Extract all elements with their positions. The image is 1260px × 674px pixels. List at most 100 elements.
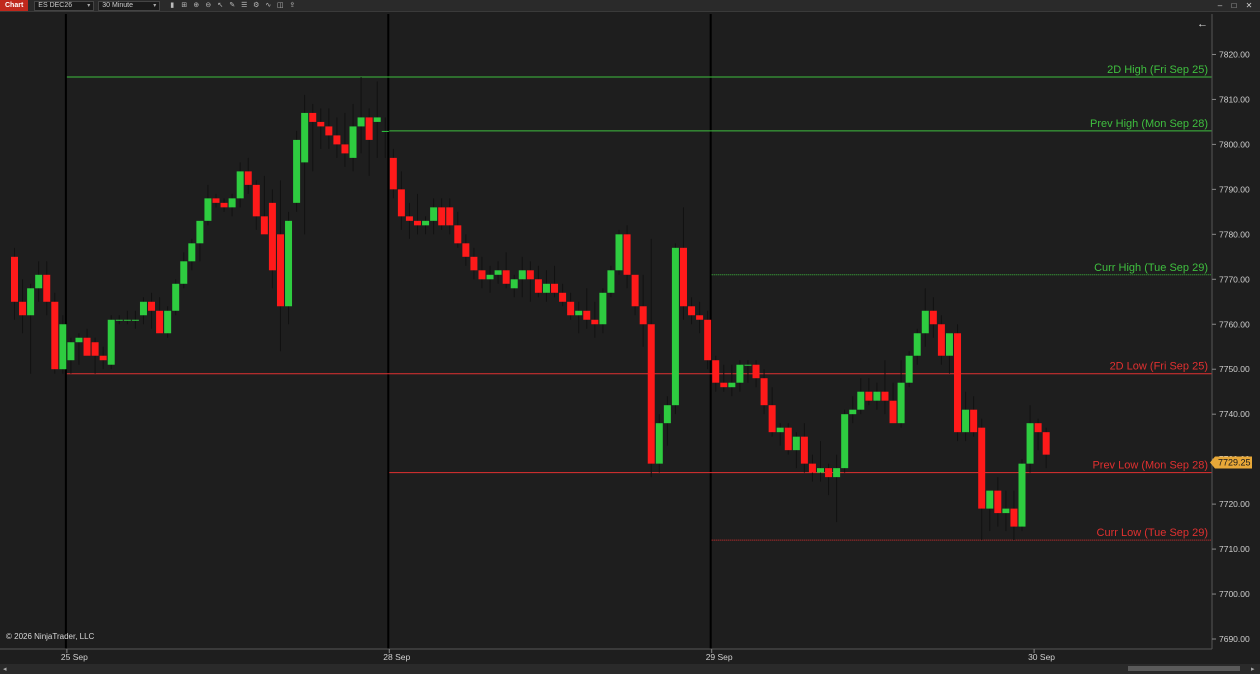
candle-body xyxy=(986,490,994,509)
candle-body xyxy=(75,337,83,343)
time-tick-label: 30 Sep xyxy=(1028,652,1055,662)
scrollbar-thumb[interactable] xyxy=(1128,666,1240,671)
price-chart[interactable]: 2D High (Fri Sep 25) Prev High (Mon Sep 2… xyxy=(0,0,1260,674)
candle-body xyxy=(647,324,655,464)
price-tick-label: 7700.00 xyxy=(1219,589,1250,599)
candle-body xyxy=(679,247,687,307)
candle-body xyxy=(148,301,156,311)
candle-body xyxy=(502,270,510,284)
candle-body xyxy=(994,490,1002,514)
candle-body xyxy=(99,355,107,361)
last-price-label: 7729.25 xyxy=(1218,458,1251,468)
candle-body xyxy=(551,283,559,293)
candle-body xyxy=(244,171,252,185)
candle-body xyxy=(438,207,446,226)
plot-area xyxy=(0,12,1212,649)
candle-body xyxy=(1042,432,1050,455)
candle-body xyxy=(212,198,220,203)
candle-body xyxy=(817,468,824,473)
candle-body xyxy=(115,319,123,321)
candle-body xyxy=(293,139,301,203)
price-tick-label: 7770.00 xyxy=(1219,274,1250,284)
candle-body xyxy=(704,319,712,361)
price-tick-label: 7720.00 xyxy=(1219,499,1250,509)
candle-body xyxy=(671,247,679,406)
price-tick-label: 7820.00 xyxy=(1219,49,1250,59)
candle-body xyxy=(792,436,800,451)
candle-body xyxy=(639,306,647,325)
candle-body xyxy=(929,310,937,325)
candle-body xyxy=(712,360,720,383)
candle-body xyxy=(301,112,309,163)
price-tick-label: 7740.00 xyxy=(1219,409,1250,419)
candle-body xyxy=(35,274,43,289)
candle-body xyxy=(381,130,389,132)
candle-body xyxy=(784,427,792,451)
level-label: 2D High (Fri Sep 25) xyxy=(1107,64,1208,76)
candle-body xyxy=(534,279,542,293)
candle-body xyxy=(808,463,816,473)
time-tick-label: 28 Sep xyxy=(383,652,410,662)
candle-body xyxy=(688,306,696,316)
candle-body xyxy=(825,468,833,478)
candle-body xyxy=(559,292,567,302)
candle-body xyxy=(954,333,962,433)
candle-body xyxy=(873,391,881,401)
candle-body xyxy=(921,310,929,334)
level-label: Curr Low (Tue Sep 29) xyxy=(1097,527,1208,539)
price-tick-label: 7790.00 xyxy=(1219,184,1250,194)
candle-body xyxy=(478,270,486,280)
candle-body xyxy=(905,355,913,383)
candle-body xyxy=(422,220,430,226)
time-tick-label: 25 Sep xyxy=(61,652,88,662)
horizontal-scrollbar[interactable] xyxy=(0,664,1260,674)
candle-body xyxy=(123,319,131,321)
candle-body xyxy=(599,292,607,325)
candle-body xyxy=(268,202,276,271)
candle-body xyxy=(228,198,236,208)
scroll-left-icon[interactable]: ◂ xyxy=(3,666,7,673)
candle-body xyxy=(800,436,808,464)
candle-body xyxy=(325,126,333,136)
candle-body xyxy=(510,279,518,289)
candle-body xyxy=(889,400,897,424)
candle-body xyxy=(897,382,905,424)
scroll-right-icon[interactable]: ▸ xyxy=(1251,666,1255,673)
time-tick-label: 29 Sep xyxy=(706,652,733,662)
candle-body xyxy=(631,274,639,307)
candle-body xyxy=(397,189,405,217)
candle-body xyxy=(19,301,27,316)
candle-body xyxy=(446,207,454,226)
candle-body xyxy=(913,333,921,356)
candle-body xyxy=(752,364,760,379)
candle-body xyxy=(720,382,728,388)
price-tick-label: 7810.00 xyxy=(1219,94,1250,104)
candle-body xyxy=(518,270,526,280)
candle-body xyxy=(575,310,583,316)
candle-body xyxy=(1002,508,1010,514)
candle-body xyxy=(607,270,615,293)
candle-body xyxy=(260,216,268,235)
candle-body xyxy=(83,337,91,356)
price-tick-label: 7760.00 xyxy=(1219,319,1250,329)
candle-body xyxy=(430,207,438,221)
candle-body xyxy=(196,220,204,244)
candle-body xyxy=(978,427,986,509)
candle-body xyxy=(623,234,631,275)
candle-body xyxy=(857,391,865,410)
candle-body xyxy=(744,364,752,366)
level-label: 2D Low (Fri Sep 25) xyxy=(1110,361,1208,373)
candle-body xyxy=(107,319,115,365)
candle-body xyxy=(204,198,212,221)
candle-body xyxy=(736,364,744,383)
candle-body xyxy=(252,184,260,217)
candle-body xyxy=(236,171,244,199)
candle-body xyxy=(945,333,953,356)
candle-body xyxy=(43,274,51,302)
price-tick-label: 7710.00 xyxy=(1219,544,1250,554)
candle-body xyxy=(180,261,188,284)
candle-body xyxy=(309,112,317,122)
back-arrow-icon[interactable]: ← xyxy=(1197,18,1208,30)
level-label: Prev High (Mon Sep 28) xyxy=(1090,118,1208,130)
candle-body xyxy=(373,117,381,122)
